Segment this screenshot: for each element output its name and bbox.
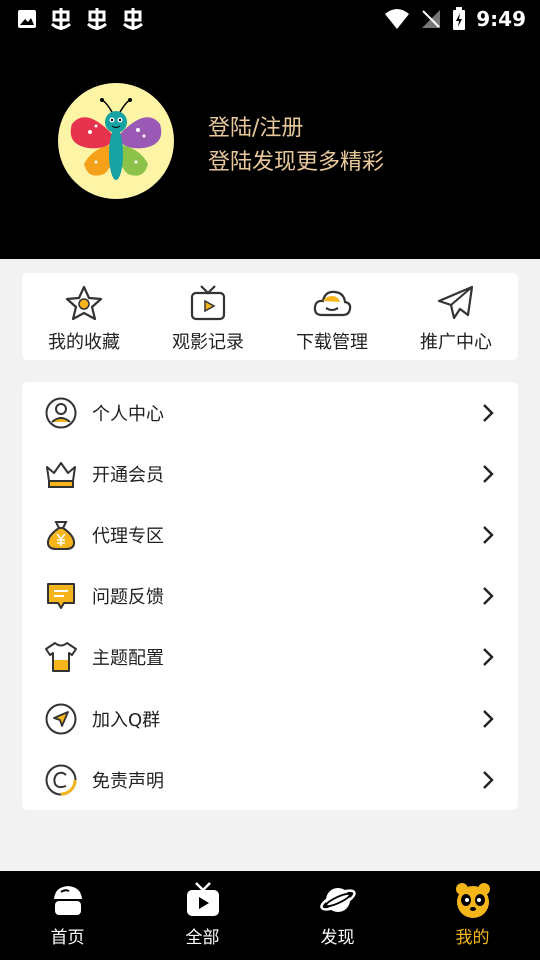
tab-all[interactable]: 全部 <box>135 871 270 960</box>
chevron-right-icon <box>483 403 494 422</box>
menu-item-theme[interactable]: 主题配置 <box>22 627 518 688</box>
copyright-icon <box>45 764 77 796</box>
home-icon <box>53 886 82 915</box>
menu-item-label: 个人中心 <box>92 403 164 425</box>
tab-label: 发现 <box>320 928 355 948</box>
menu-item-label: 主题配置 <box>92 648 164 670</box>
bug-notification-icon <box>123 8 143 30</box>
navigation-icon <box>45 703 77 735</box>
tab-label: 首页 <box>50 928 85 948</box>
paper-plane-icon <box>437 285 474 320</box>
tshirt-icon <box>45 642 77 673</box>
chevron-right-icon <box>483 709 494 728</box>
wifi-icon <box>385 9 410 29</box>
tab-home[interactable]: 首页 <box>0 871 135 960</box>
profile-header: 登陆/注册 登陆发现更多精彩 <box>0 38 540 259</box>
tv-icon <box>186 882 219 916</box>
user-circle-icon <box>45 397 77 429</box>
tab-discover[interactable]: 发现 <box>270 871 405 960</box>
status-bar-left <box>16 6 146 32</box>
tab-mine[interactable]: 我的 <box>405 871 540 960</box>
quick-action-favorites[interactable]: 我的收藏 <box>22 273 146 360</box>
chevron-right-icon <box>483 464 494 483</box>
settings-menu: 个人中心 开通会员 代理专区 问题反馈 主题配置 加入Q群 免责声明 <box>22 382 518 810</box>
butterfly-logo <box>70 98 162 180</box>
tab-label: 全部 <box>185 928 220 948</box>
menu-item-agent[interactable]: 代理专区 <box>22 504 518 565</box>
avatar[interactable] <box>58 83 174 199</box>
menu-item-label: 代理专区 <box>92 525 164 547</box>
crown-icon <box>46 461 76 488</box>
panda-icon <box>455 883 490 918</box>
quick-actions-card: 我的收藏 观影记录 下载管理 推广中心 <box>22 273 518 360</box>
star-icon <box>65 285 103 321</box>
chevron-right-icon <box>483 587 494 606</box>
menu-item-vip[interactable]: 开通会员 <box>22 443 518 504</box>
login-register-link[interactable]: 登陆/注册 <box>208 110 303 142</box>
image-notification-icon <box>18 10 36 28</box>
cloud-icon <box>313 290 352 317</box>
menu-item-personal-center[interactable]: 个人中心 <box>22 382 518 443</box>
menu-item-join-group[interactable]: 加入Q群 <box>22 688 518 749</box>
feedback-icon <box>47 583 75 610</box>
status-time: 9:49 <box>476 7 526 31</box>
chevron-right-icon <box>483 648 494 667</box>
planet-icon <box>319 888 356 912</box>
bug-notification-icon <box>51 8 71 30</box>
menu-item-label: 开通会员 <box>92 464 164 486</box>
quick-action-label: 我的收藏 <box>48 332 120 353</box>
menu-item-label: 问题反馈 <box>92 587 164 609</box>
quick-action-label: 推广中心 <box>420 332 492 353</box>
no-signal-icon <box>422 10 441 28</box>
chevron-right-icon <box>483 526 494 544</box>
status-bar-right: 9:49 <box>384 7 526 31</box>
tv-play-icon <box>190 285 226 321</box>
money-bag-icon <box>46 520 76 550</box>
quick-action-promotion[interactable]: 推广中心 <box>394 273 518 360</box>
menu-item-disclaimer[interactable]: 免责声明 <box>22 749 518 810</box>
bug-notification-icon <box>87 8 107 30</box>
quick-action-label: 下载管理 <box>296 332 368 353</box>
tab-label: 我的 <box>455 928 490 948</box>
chevron-right-icon <box>483 770 494 789</box>
menu-item-label: 加入Q群 <box>92 709 161 731</box>
bottom-tab-bar: 首页 全部 发现 我的 <box>0 871 540 960</box>
quick-action-downloads[interactable]: 下载管理 <box>270 273 394 360</box>
status-bar: 9:49 <box>0 0 540 38</box>
login-subtitle: 登陆发现更多精彩 <box>208 150 385 175</box>
battery-charging-icon <box>453 7 466 30</box>
quick-action-label: 观影记录 <box>172 332 244 353</box>
menu-item-label: 免责声明 <box>92 770 164 792</box>
menu-item-feedback[interactable]: 问题反馈 <box>22 566 518 627</box>
quick-action-history[interactable]: 观影记录 <box>146 273 270 360</box>
